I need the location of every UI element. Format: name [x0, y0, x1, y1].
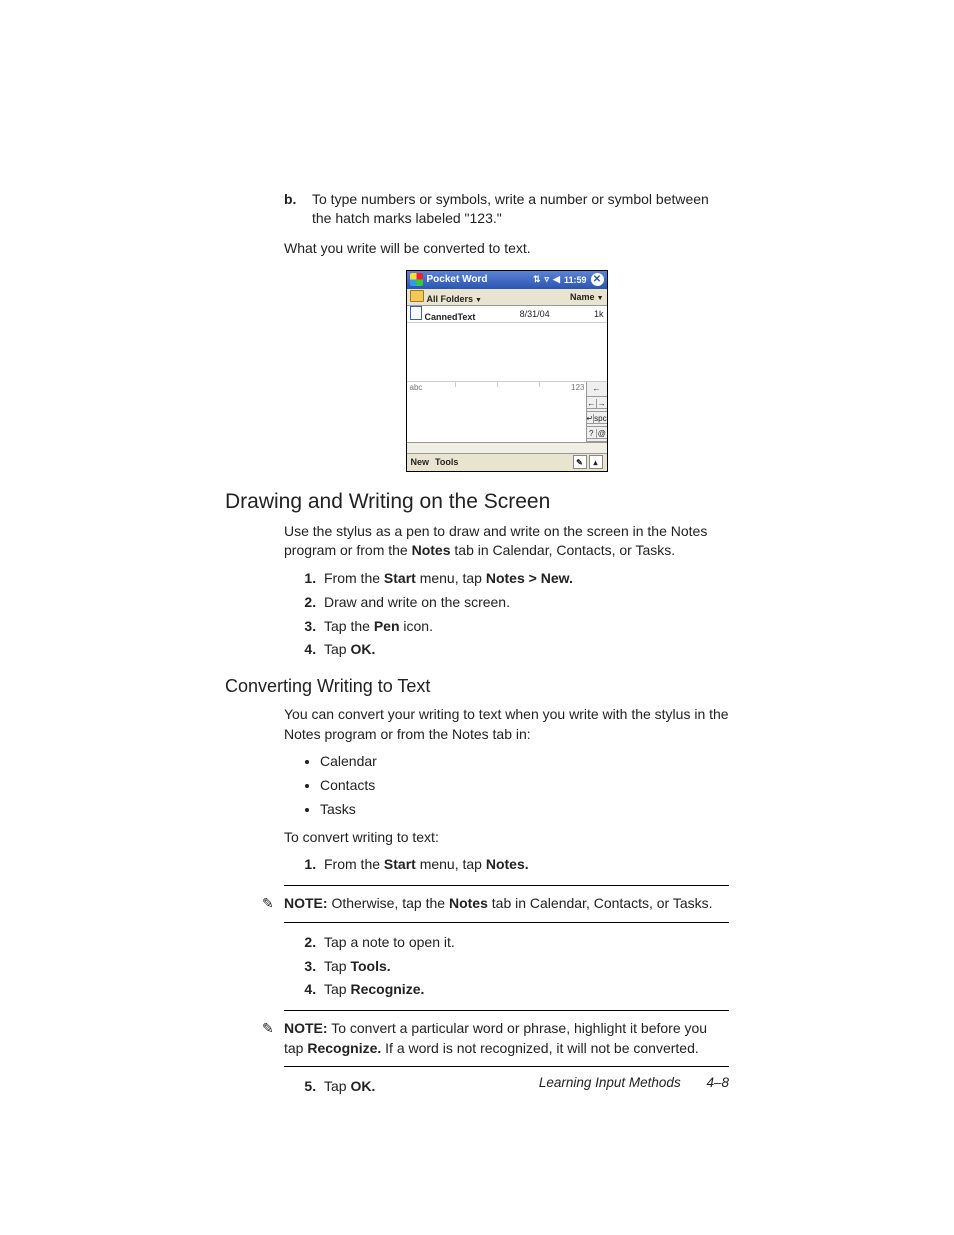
123-label: 123 [571, 383, 584, 392]
page-footer: Learning Input Methods 4–8 [225, 1075, 729, 1090]
s2-step3: Tap Tools. [320, 955, 729, 979]
bullet-calendar: Calendar [320, 750, 729, 774]
help-key: ? [587, 429, 598, 439]
section2-lead: To convert writing to text: [284, 828, 729, 848]
at-key: @ [597, 429, 607, 439]
bullet-tasks: Tasks [320, 798, 729, 822]
s1-step3: Tap the Pen icon. [320, 615, 729, 639]
footer-chapter: Learning Input Methods [539, 1075, 681, 1090]
s2-step2: Tap a note to open it. [320, 931, 729, 955]
note-icon: ✎ [262, 894, 278, 910]
folder-selector: All Folders▼ [410, 290, 482, 304]
footer-page: 4–8 [706, 1075, 729, 1090]
speaker-icon: ◀ [553, 274, 560, 285]
substep-b: b. To type numbers or symbols, write a n… [284, 190, 729, 228]
titlebar: Pocket Word ⇅ ▿ ◀ 11:59 ✕ [407, 271, 607, 289]
sip-up-icon: ▴ [589, 455, 603, 469]
bottom-menubar: New Tools ✎ ▴ [407, 453, 607, 471]
substep-marker: b. [284, 190, 312, 228]
pen-icon: ✎ [573, 455, 587, 469]
file-row: CannedText 8/31/04 1k [407, 306, 607, 323]
document-icon [410, 306, 422, 320]
left-key: ← [587, 399, 598, 409]
input-panel: abc 123 ← ←→ ↵spc ?@ [407, 382, 607, 443]
note-1: ✎ NOTE: Otherwise, tap the Notes tab in … [284, 885, 729, 923]
file-list-empty [407, 323, 607, 382]
menu-tools: Tools [435, 457, 458, 467]
pocket-word-screenshot: Pocket Word ⇅ ▿ ◀ 11:59 ✕ All Folders▼ N… [406, 270, 608, 472]
bullet-contacts: Contacts [320, 774, 729, 798]
s2-step1: From the Start menu, tap Notes. [320, 853, 729, 877]
section1-steps: From the Start menu, tap Notes > New. Dr… [284, 567, 729, 662]
app-title: Pocket Word [427, 274, 533, 285]
folder-bar: All Folders▼ Name▼ [407, 289, 607, 306]
section1-intro: Use the stylus as a pen to draw and writ… [284, 522, 729, 561]
s2-step4: Tap Recognize. [320, 978, 729, 1002]
enter-key: ↵ [586, 414, 594, 424]
substep-text: To type numbers or symbols, write a numb… [312, 190, 729, 228]
s1-step2: Draw and write on the screen. [320, 591, 729, 615]
followup-text: What you write will be converted to text… [284, 240, 729, 256]
menu-new: New [411, 457, 430, 467]
section-drawing-title: Drawing and Writing on the Screen [225, 490, 729, 514]
file-date: 8/31/04 [520, 309, 550, 319]
abc-label: abc [410, 383, 423, 392]
section2-steps-p2: Tap a note to open it. Tap Tools. Tap Re… [284, 931, 729, 1002]
section2-bullets: Calendar Contacts Tasks [284, 750, 729, 821]
note-2: ✎ NOTE: To convert a particular word or … [284, 1010, 729, 1067]
clock-text: 11:59 [564, 275, 587, 285]
space-key: spc [594, 414, 606, 424]
side-keys: ← ←→ ↵spc ?@ [586, 382, 607, 442]
signal-icon: ▿ [545, 274, 550, 285]
s1-step4: Tap OK. [320, 638, 729, 662]
sort-selector: Name▼ [570, 292, 603, 302]
subsection-converting-title: Converting Writing to Text [225, 676, 729, 697]
start-flag-icon [410, 273, 423, 286]
folder-icon [410, 290, 424, 302]
section2-intro: You can convert your writing to text whe… [284, 705, 729, 744]
section2-steps-p1: From the Start menu, tap Notes. [284, 853, 729, 877]
file-name: CannedText [425, 312, 476, 322]
status-icons: ⇅ ▿ ◀ 11:59 ✕ [533, 273, 604, 286]
backspace-key: ← [587, 382, 607, 397]
note-icon: ✎ [262, 1019, 278, 1035]
close-icon: ✕ [591, 273, 604, 286]
connectivity-icon: ⇅ [533, 274, 541, 285]
right-key: → [597, 399, 607, 409]
s1-step1: From the Start menu, tap Notes > New. [320, 567, 729, 591]
file-size: 1k [594, 309, 604, 319]
